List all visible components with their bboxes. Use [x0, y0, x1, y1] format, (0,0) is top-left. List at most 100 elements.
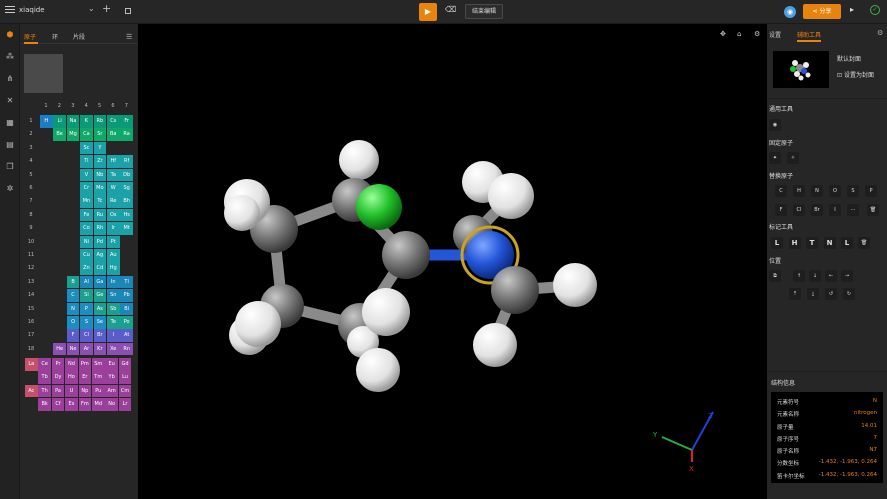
element-hg[interactable]: Hg: [107, 262, 120, 275]
element-cs[interactable]: Cs: [107, 115, 120, 128]
move-down-icon[interactable]: ↓: [809, 270, 821, 282]
element-y[interactable]: Y: [93, 141, 107, 155]
hydrogen-atom[interactable]: [488, 173, 534, 219]
element-au[interactable]: Au: [107, 249, 120, 262]
end-edit-button[interactable]: 结束编辑: [465, 4, 504, 19]
element-bk[interactable]: Bk: [38, 398, 51, 411]
element-yb[interactable]: Yb: [105, 371, 118, 384]
hydrogen-atom[interactable]: [553, 263, 597, 307]
element-tl[interactable]: Tl: [120, 275, 133, 289]
element-v[interactable]: V: [80, 168, 93, 182]
element-ac[interactable]: Ac: [25, 384, 38, 398]
element-es[interactable]: Es: [65, 398, 78, 411]
element-bi[interactable]: Bi: [120, 302, 133, 316]
bond-tool-icon[interactable]: ⋔: [5, 74, 15, 84]
element-rh[interactable]: Rh: [93, 222, 107, 235]
pin-icon[interactable]: ✦: [769, 152, 781, 164]
element-sn[interactable]: Sn: [107, 289, 120, 302]
element-xe[interactable]: Xe: [107, 342, 120, 356]
element-fe[interactable]: Fe: [80, 208, 93, 222]
element-hs[interactable]: Hs: [120, 208, 133, 222]
element-ru[interactable]: Ru: [93, 208, 107, 222]
element-ir[interactable]: Ir: [107, 222, 120, 235]
clear-marks-icon[interactable]: 🗑: [858, 237, 870, 249]
element-nd[interactable]: Nd: [65, 358, 78, 371]
element-sg[interactable]: Sg: [120, 182, 133, 195]
copy-icon[interactable]: [125, 8, 131, 14]
element-pa[interactable]: Pa: [51, 384, 65, 398]
element-nb[interactable]: Nb: [93, 168, 107, 182]
hydrogen-atom[interactable]: [224, 195, 260, 231]
element-cu[interactable]: Cu: [80, 249, 93, 262]
atom-button-p[interactable]: P: [865, 185, 877, 197]
rotate-down-icon[interactable]: ⤓: [807, 288, 819, 300]
element-pb[interactable]: Pb: [120, 289, 133, 302]
element-ce[interactable]: Ce: [38, 358, 51, 371]
move-left-icon[interactable]: ←: [825, 270, 837, 282]
element-u[interactable]: U: [65, 384, 78, 398]
element-i[interactable]: I: [107, 329, 120, 342]
element-zr[interactable]: Zr: [93, 155, 107, 168]
element-ge[interactable]: Ge: [93, 289, 107, 302]
element-ba[interactable]: Ba: [107, 128, 120, 141]
element-c[interactable]: C: [66, 289, 80, 302]
element-po[interactable]: Po: [120, 316, 133, 329]
element-pu[interactable]: Pu: [92, 384, 105, 398]
element-os[interactable]: Os: [107, 208, 120, 222]
element-ra[interactable]: Ra: [120, 128, 133, 141]
tab-helper-tools[interactable]: 辅助工具: [797, 30, 821, 39]
element-sr[interactable]: Sr: [93, 128, 107, 141]
lattice-tool-icon[interactable]: ▤: [5, 140, 15, 150]
element-ho[interactable]: Ho: [65, 371, 78, 384]
element-db[interactable]: Db: [120, 168, 133, 182]
element-mo[interactable]: Mo: [93, 182, 107, 195]
element-li[interactable]: Li: [53, 115, 66, 128]
element-pd[interactable]: Pd: [93, 235, 107, 249]
element-h[interactable]: H: [40, 115, 53, 128]
carbon-atom[interactable]: [491, 266, 539, 314]
rotate-up-icon[interactable]: ⤒: [789, 288, 801, 300]
atom-button-br[interactable]: Br: [811, 204, 823, 216]
move-up-icon[interactable]: ↑: [793, 270, 805, 282]
play-button[interactable]: ▶: [419, 3, 437, 21]
rotate-right-icon[interactable]: ↻: [843, 288, 855, 300]
element-hf[interactable]: Hf: [107, 155, 120, 168]
element-la[interactable]: La: [25, 358, 38, 371]
element-rf[interactable]: Rf: [120, 155, 133, 168]
element-w[interactable]: W: [107, 182, 120, 195]
element-cf[interactable]: Cf: [51, 398, 65, 411]
element-pr[interactable]: Pr: [51, 358, 65, 371]
element-lr[interactable]: Lr: [118, 398, 132, 411]
atom-button-n[interactable]: N: [811, 185, 823, 197]
element-cm[interactable]: Cm: [118, 384, 132, 398]
element-se[interactable]: Se: [93, 316, 107, 329]
element-dy[interactable]: Dy: [51, 371, 65, 384]
element-zn[interactable]: Zn: [80, 262, 93, 275]
run-icon[interactable]: ▸: [850, 5, 854, 14]
element-be[interactable]: Be: [53, 128, 66, 141]
element-tb[interactable]: Tb: [38, 371, 51, 384]
element-co[interactable]: Co: [80, 222, 93, 235]
element-lu[interactable]: Lu: [118, 371, 132, 384]
element-ga[interactable]: Ga: [93, 275, 107, 289]
avatar[interactable]: ◉: [784, 6, 796, 18]
element-mg[interactable]: Mg: [66, 128, 80, 141]
element-rb[interactable]: Rb: [93, 115, 107, 128]
menu-icon[interactable]: [5, 4, 15, 14]
element-tm[interactable]: Tm: [92, 371, 105, 384]
element-ti[interactable]: Ti: [80, 155, 93, 168]
molecule-tool-icon[interactable]: ⁂: [5, 52, 15, 62]
atom-button-t[interactable]: T: [806, 237, 818, 249]
element-md[interactable]: Md: [92, 398, 105, 411]
element-pm[interactable]: Pm: [78, 358, 92, 371]
crystal-tool-icon[interactable]: ✕: [5, 96, 15, 106]
atom-button-o[interactable]: O: [829, 185, 841, 197]
atom-button-h[interactable]: H: [793, 185, 805, 197]
eraser-icon[interactable]: ⌫: [445, 5, 456, 14]
element-b[interactable]: B: [66, 275, 80, 289]
delete-icon[interactable]: 🗑: [867, 204, 879, 216]
element-br[interactable]: Br: [93, 329, 107, 342]
element-as[interactable]: As: [93, 302, 107, 316]
hydrogen-atom[interactable]: [473, 323, 517, 367]
element-gd[interactable]: Gd: [118, 358, 132, 371]
